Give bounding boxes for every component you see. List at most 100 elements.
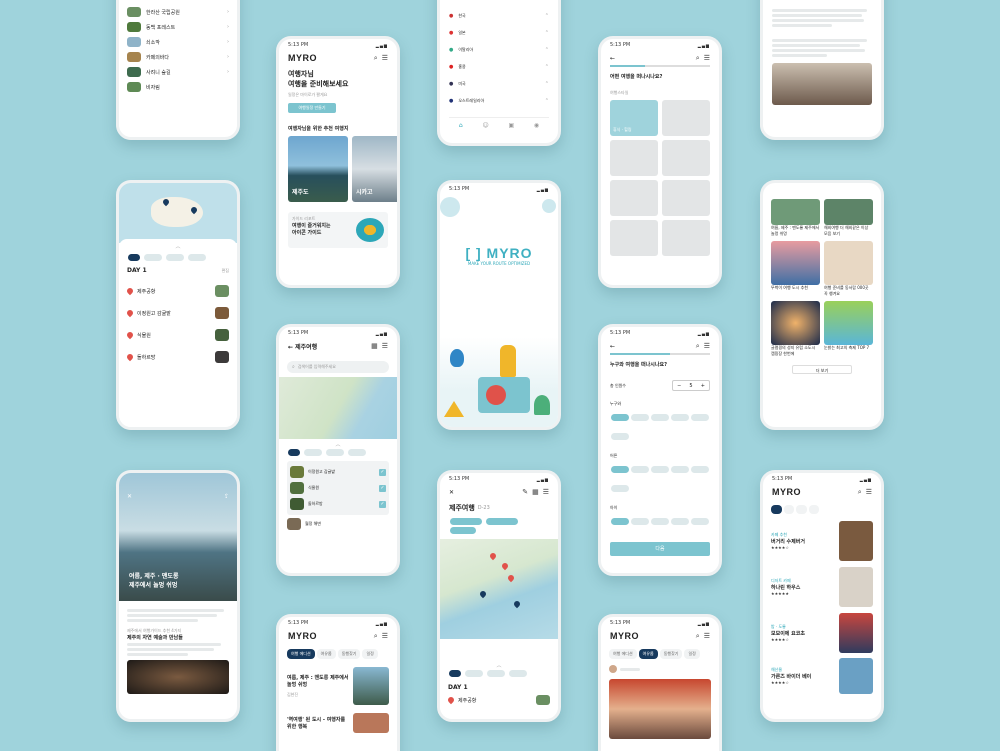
filter-tab[interactable] xyxy=(348,449,366,456)
menu-icon[interactable]: ☰ xyxy=(866,488,872,497)
grid-card[interactable]: 눈밝는 최고의 축제 TOP 7 xyxy=(824,301,873,357)
bag-icon[interactable]: ▣ xyxy=(508,122,514,129)
list-item[interactable]: 쇠소깍 › xyxy=(127,37,229,47)
list-item[interactable]: 이정원고 감귤밭 xyxy=(125,302,229,324)
option-chip[interactable] xyxy=(611,485,629,492)
option-chip[interactable] xyxy=(671,518,689,525)
option-chip[interactable] xyxy=(631,414,649,421)
share-icon[interactable]: ⇪ xyxy=(224,493,229,500)
trip-tag[interactable] xyxy=(450,518,482,525)
option-chip[interactable] xyxy=(691,414,709,421)
menu-icon[interactable]: ☰ xyxy=(382,54,388,63)
chevron-up-icon[interactable]: ︿ xyxy=(127,243,229,250)
tab-2[interactable]: 여유롭 xyxy=(638,649,658,659)
menu-icon[interactable]: ☰ xyxy=(704,342,710,351)
option-chip[interactable] xyxy=(611,466,629,473)
day-tab[interactable] xyxy=(188,254,206,261)
edit-icon[interactable]: ✎ xyxy=(522,488,528,496)
checkbox[interactable]: ✓ xyxy=(379,500,386,508)
option-chip[interactable] xyxy=(611,518,629,525)
category-tab[interactable] xyxy=(808,505,820,514)
option-chip[interactable] xyxy=(691,466,709,473)
option-chip[interactable] xyxy=(611,414,629,421)
style-tile[interactable] xyxy=(662,220,710,256)
back-arrow-icon[interactable]: ← xyxy=(610,343,615,350)
option-chip[interactable] xyxy=(631,466,649,473)
create-trip-button[interactable]: 여행일정 만들기 xyxy=(288,103,336,113)
close-icon[interactable]: ✕ xyxy=(449,489,454,496)
home-icon[interactable]: ⌂ xyxy=(459,122,463,129)
list-item[interactable]: 식물원 ✓ xyxy=(290,480,386,496)
style-tile[interactable] xyxy=(610,220,658,256)
style-tile[interactable] xyxy=(662,140,710,176)
list-item[interactable]: ● 홍콩 ⌃ xyxy=(449,58,549,75)
option-chip[interactable] xyxy=(691,518,709,525)
list-item[interactable]: 월정 해변 xyxy=(287,515,389,533)
trip-tag[interactable] xyxy=(450,527,476,534)
people-icon[interactable]: ☺ xyxy=(482,122,488,129)
list-item[interactable]: 동백 포레스트 › xyxy=(127,22,229,32)
avatar[interactable] xyxy=(609,665,617,673)
tab-companion[interactable]: 동행찾기 xyxy=(337,649,361,659)
recommend-card[interactable]: 제주도 xyxy=(288,136,348,202)
count-stepper[interactable]: − 5 + xyxy=(672,380,710,391)
search-icon[interactable]: ⌕ xyxy=(696,632,700,641)
search-icon[interactable]: ⌕ xyxy=(374,54,378,63)
day-tab[interactable] xyxy=(144,254,162,261)
list-item[interactable]: 식물원 xyxy=(125,324,229,346)
minus-icon[interactable]: − xyxy=(677,383,681,389)
list-item[interactable]: 이정원고 감귤밭 ✓ xyxy=(290,464,386,480)
route-pin-icon[interactable] xyxy=(500,561,510,571)
route-pin-icon[interactable] xyxy=(512,599,522,609)
option-chip[interactable] xyxy=(671,466,689,473)
checkbox[interactable]: ✓ xyxy=(379,484,386,492)
chevron-up-icon[interactable]: ︿ xyxy=(448,662,550,669)
option-chip[interactable] xyxy=(631,518,649,525)
list-item[interactable]: ● 미국 ⌃ xyxy=(449,75,549,92)
feed-card[interactable]: 여름, 제주 : 맨도롱 제주에서 놀멍 쉬멍 김현진 xyxy=(279,659,397,705)
grid-card[interactable]: 글램핑의 성지 유럽 소도시 캠핑장 한번에 xyxy=(771,301,820,357)
search-icon[interactable]: ⌕ xyxy=(858,488,862,497)
tab-schedule[interactable]: 일정 xyxy=(362,649,378,659)
option-chip[interactable] xyxy=(651,414,669,421)
day-tab[interactable] xyxy=(487,670,505,677)
filter-tab[interactable] xyxy=(304,449,322,456)
tab-2[interactable]: 여유롭 xyxy=(316,649,336,659)
day-tab[interactable] xyxy=(128,254,140,261)
menu-icon[interactable]: ☰ xyxy=(704,54,710,63)
list-item[interactable]: ● 일본 ⌃ xyxy=(449,24,549,41)
recommend-card[interactable]: 시카고 xyxy=(352,136,397,202)
route-pin-icon[interactable] xyxy=(488,551,498,561)
list-item[interactable]: 사려니 숲길 › xyxy=(127,67,229,77)
chevron-up-icon[interactable]: ︿ xyxy=(287,441,389,448)
list-item[interactable]: 해산물 가른즈 바이더 베이 ★★★★☆ xyxy=(771,656,873,696)
category-tab[interactable] xyxy=(771,505,782,514)
trip-tag[interactable] xyxy=(486,518,518,525)
route-map[interactable] xyxy=(440,539,558,639)
feed-photo[interactable] xyxy=(609,679,711,739)
map-icon[interactable]: ▦ xyxy=(532,488,539,496)
edit-button[interactable]: 편집 xyxy=(222,268,229,274)
tab-companion[interactable]: 동행찾기 xyxy=(659,649,683,659)
list-item[interactable]: 비자림 xyxy=(127,82,229,92)
day-tab[interactable] xyxy=(509,670,527,677)
route-pin-icon[interactable] xyxy=(506,573,516,583)
search-icon[interactable]: ⌕ xyxy=(374,632,378,641)
option-chip[interactable] xyxy=(611,433,629,440)
option-chip[interactable] xyxy=(651,466,669,473)
list-item[interactable]: 제주공항 xyxy=(446,695,550,705)
search-icon[interactable]: ⌕ xyxy=(696,54,700,63)
list-item[interactable]: 제주공항 xyxy=(125,280,229,302)
next-button[interactable]: 다음 xyxy=(610,542,710,556)
profile-icon[interactable]: ◉ xyxy=(534,122,539,129)
feed-card[interactable]: '역여행' 된 도시 - 여행자를 위한 행복 xyxy=(279,705,397,733)
style-tile[interactable] xyxy=(610,140,658,176)
back-arrow-icon[interactable]: ← xyxy=(288,344,293,351)
day-tab[interactable] xyxy=(166,254,184,261)
day-tab[interactable] xyxy=(449,670,461,677)
list-item[interactable]: ● 이탈리아 ⌃ xyxy=(449,41,549,58)
checkbox[interactable]: ✓ xyxy=(379,468,386,476)
route-pin-icon[interactable] xyxy=(478,589,488,599)
option-chip[interactable] xyxy=(671,414,689,421)
search-icon[interactable]: ⌕ xyxy=(696,342,700,351)
